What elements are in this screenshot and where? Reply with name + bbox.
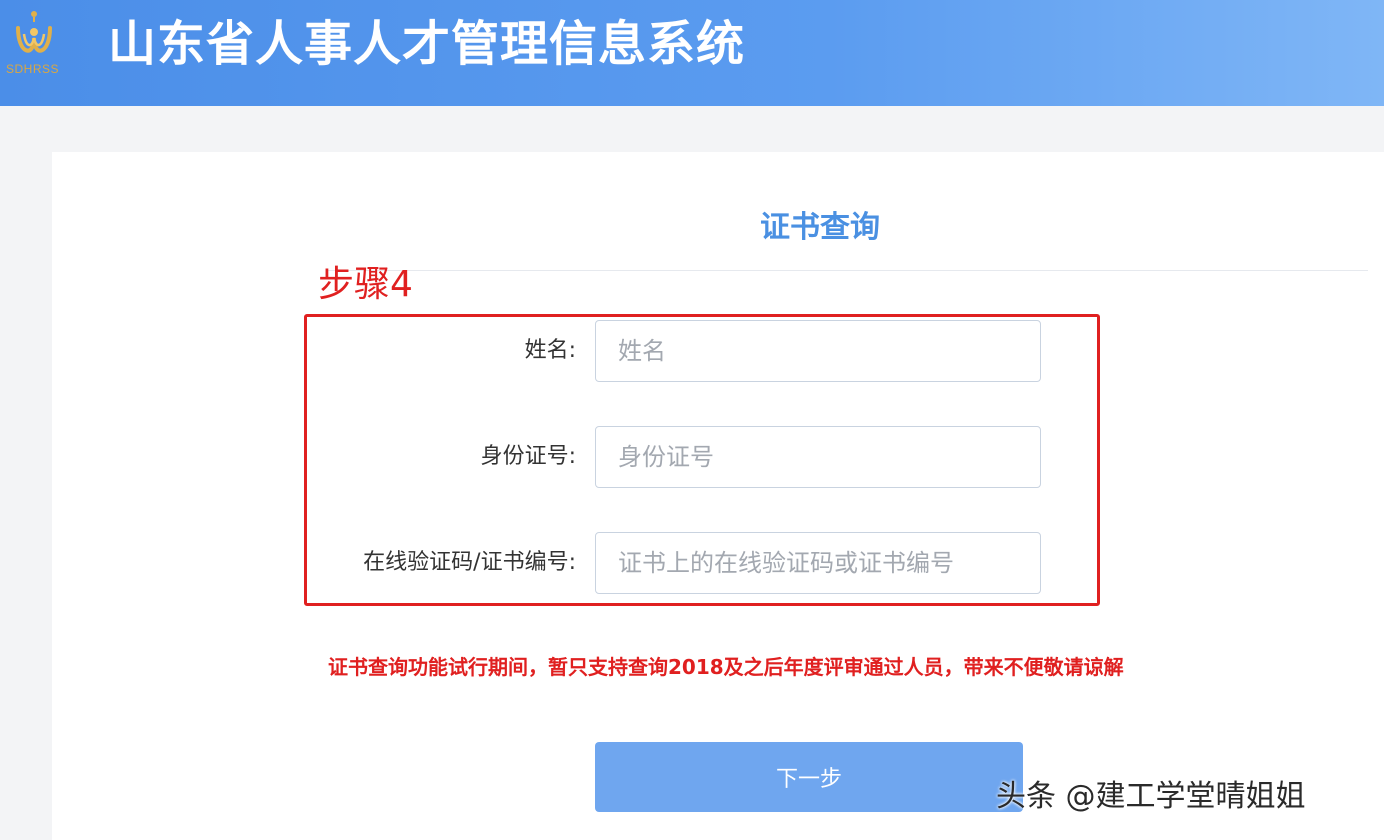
name-label: 姓名: <box>524 338 576 363</box>
page-title: 证书查询 <box>760 210 880 245</box>
app-title: 山东省人事人才管理信息系统 <box>108 16 746 72</box>
cert-code-label: 在线验证码/证书编号: <box>363 550 576 575</box>
next-button[interactable]: 下一步 <box>595 742 1023 812</box>
step-annotation: 步骤4 <box>318 264 413 305</box>
name-input[interactable] <box>595 320 1041 382</box>
id-number-input[interactable] <box>595 426 1041 488</box>
logo-text: SDHRSS <box>6 62 60 76</box>
notice-text: 证书查询功能试行期间，暂只支持查询2018及之后年度评审通过人员，带来不便敬请谅… <box>328 655 1124 679</box>
watermark: 头条 @建工学堂晴姐姐 <box>996 779 1306 814</box>
top-banner: SDHRSS 山东省人事人才管理信息系统 <box>0 0 1384 106</box>
cert-code-input[interactable] <box>595 532 1041 594</box>
id-number-label: 身份证号: <box>480 444 576 469</box>
title-divider <box>328 270 1368 271</box>
